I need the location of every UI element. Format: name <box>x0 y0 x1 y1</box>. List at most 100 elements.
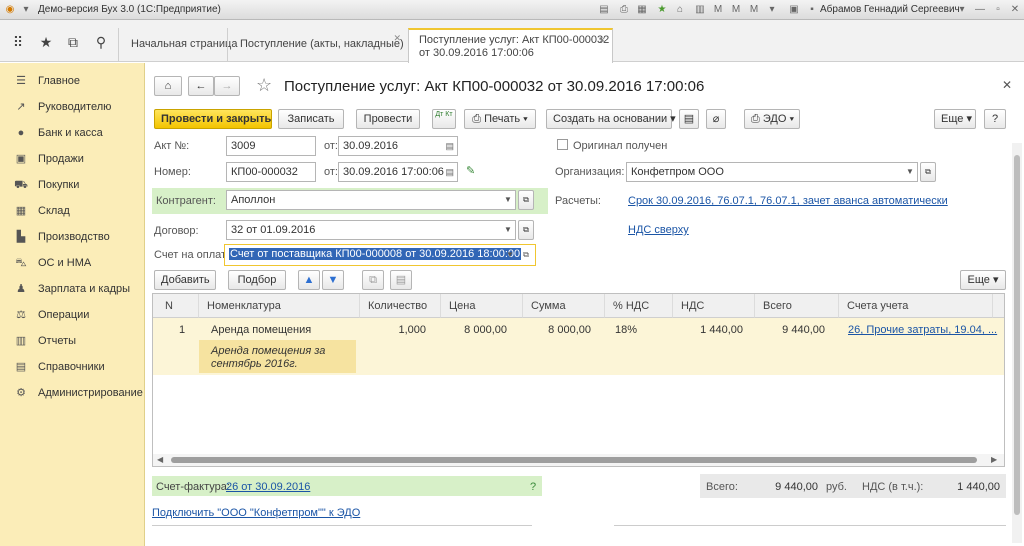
invoice-footer-link[interactable]: 26 от 30.09.2016 <box>226 481 310 493</box>
settlements-link[interactable]: Срок 30.09.2016, 76.07.1, 76.07.1, зачет… <box>628 195 948 207</box>
sidebar-item-directories[interactable]: ▤ Справочники <box>0 354 145 380</box>
form-scrollbar[interactable] <box>1012 143 1022 543</box>
column-header-total[interactable]: Всего <box>755 294 839 318</box>
bookmark-icon[interactable]: ⌂ <box>674 4 686 16</box>
print-button[interactable]: ⎙ Печать ▾ <box>464 109 536 129</box>
row-qty[interactable]: 1,000 <box>360 324 426 336</box>
tab-current-document[interactable]: Поступление услуг: Акт КП00-000032 от 30… <box>408 28 613 63</box>
row-price[interactable]: 8 000,00 <box>441 324 507 336</box>
scroll-left-icon[interactable]: ◀ <box>157 454 163 466</box>
open-contract-button[interactable]: ⧉ <box>518 220 534 240</box>
act-date-input[interactable]: 30.09.2016 ▤ <box>338 136 458 156</box>
calendar-icon[interactable]: ▤ <box>445 163 454 181</box>
column-header-price[interactable]: Цена <box>441 294 523 318</box>
open-organization-button[interactable]: ⧉ <box>920 162 936 182</box>
help-button[interactable]: ? <box>984 109 1006 129</box>
table-horizontal-scrollbar[interactable]: ◀ ▶ <box>153 454 1004 466</box>
column-header-vat[interactable]: НДС <box>673 294 755 318</box>
create-based-on-button[interactable]: Создать на основании ▾ <box>546 109 676 129</box>
sidebar-item-manager[interactable]: ↗ Руководителю <box>0 94 145 120</box>
document-report-button[interactable]: ▤ <box>679 109 699 129</box>
scroll-right-icon[interactable]: ▶ <box>991 454 997 466</box>
favorite-star-icon[interactable]: ☆ <box>256 75 272 96</box>
contract-input[interactable]: 32 от 01.09.2016 ▼ <box>226 220 516 240</box>
column-header-vat-rate[interactable]: % НДС <box>605 294 673 318</box>
apps-grid-icon[interactable]: ⠿ <box>9 33 27 51</box>
chevron-down-icon[interactable]: ▼ <box>501 191 515 209</box>
row-vat[interactable]: 1 440,00 <box>673 324 743 336</box>
table-scrollbar-thumb[interactable] <box>171 457 977 463</box>
minimize-icon[interactable]: — <box>974 4 986 16</box>
chevron-down-icon[interactable]: ▼ <box>903 163 917 181</box>
home-button[interactable]: ⌂ <box>154 76 182 96</box>
row-total[interactable]: 9 440,00 <box>755 324 825 336</box>
column-header-n[interactable]: N <box>153 294 199 318</box>
column-header-item[interactable]: Номенклатура <box>199 294 360 318</box>
sidebar-item-assets[interactable]: ⛍ ОС и НМА <box>0 250 145 276</box>
chevron-down-icon[interactable]: ▼ <box>501 221 515 239</box>
edo-button[interactable]: ⎙ ЭДО ▾ <box>744 109 800 129</box>
back-button[interactable]: ← <box>188 76 214 96</box>
panel-icon[interactable]: ▣ <box>788 4 800 16</box>
row-item[interactable]: Аренда помещения <box>211 324 311 336</box>
tab-home[interactable]: Начальная страница <box>118 28 237 62</box>
number-input[interactable]: КП00-000032 <box>226 162 316 182</box>
mem-icon[interactable]: M <box>712 4 724 16</box>
column-header-qty[interactable]: Количество <box>360 294 441 318</box>
row-vat-rate[interactable]: 18% <box>615 324 637 336</box>
close-tab-icon[interactable]: ✕ <box>393 32 401 45</box>
sidebar-item-bank[interactable]: ● Банк и касса <box>0 120 145 146</box>
open-contractor-button[interactable]: ⧉ <box>518 190 534 210</box>
form-scrollbar-thumb[interactable] <box>1014 155 1020 515</box>
act-number-input[interactable]: 3009 <box>226 136 316 156</box>
save-button[interactable]: Записать <box>278 109 344 129</box>
paste-row-button[interactable]: ▤ <box>390 270 412 290</box>
print-icon[interactable]: ⎙ <box>618 4 630 16</box>
sidebar-item-salary[interactable]: ♟ Зарплата и кадры <box>0 276 145 302</box>
invoice-help-icon[interactable]: ? <box>530 481 536 493</box>
number-date-input[interactable]: 30.09.2016 17:00:06 ▤ <box>338 162 458 182</box>
forward-button[interactable]: → <box>214 76 240 96</box>
star-icon[interactable]: ★ <box>37 33 55 51</box>
connect-edo-link[interactable]: Подключить "ООО "Конфетпром"" к ЭДО <box>152 507 360 519</box>
user-menu-icon[interactable]: ▾ <box>956 4 968 16</box>
column-header-accounts[interactable]: Счета учета <box>839 294 993 318</box>
sidebar-item-sales[interactable]: ▣ Продажи <box>0 146 145 172</box>
responsible-field[interactable] <box>614 525 1006 546</box>
original-received-checkbox[interactable] <box>557 139 568 150</box>
history-icon[interactable]: ⧉ <box>64 33 82 51</box>
sidebar-item-reports[interactable]: ▥ Отчеты <box>0 328 145 354</box>
history-icon[interactable]: ▤ <box>598 4 610 16</box>
column-header-sum[interactable]: Сумма <box>523 294 605 318</box>
row-content-line1[interactable]: Аренда помещения за <box>211 345 325 357</box>
attachment-button[interactable]: ⌀ <box>706 109 726 129</box>
post-and-close-button[interactable]: Провести и закрыть <box>154 109 272 129</box>
contractor-input[interactable]: Аполлон ▼ <box>226 190 516 210</box>
row-accounts-link[interactable]: 26, Прочие затраты, 19.04, ... <box>848 324 997 336</box>
select-button[interactable]: Подбор <box>228 270 286 290</box>
user-name[interactable]: Абрамов Геннадий Сергеевич <box>820 4 960 15</box>
organization-input[interactable]: Конфетпром ООО ▼ <box>626 162 918 182</box>
move-up-button[interactable]: ▲ <box>298 270 320 290</box>
sidebar-item-admin[interactable]: ⚙ Администрирование <box>0 380 145 406</box>
mem-plus-icon[interactable]: M <box>730 4 742 16</box>
copy-row-button[interactable]: ⧉ <box>362 270 384 290</box>
sidebar-item-production[interactable]: ▙ Производство <box>0 224 145 250</box>
sidebar-item-operations[interactable]: ⚖ Операции <box>0 302 145 328</box>
close-form-icon[interactable]: ✕ <box>1002 78 1012 92</box>
chevron-down-icon[interactable]: ▼ <box>503 246 517 264</box>
calendar-icon[interactable]: ▥ <box>694 4 706 16</box>
sidebar-item-purchases[interactable]: ⛟ Покупки <box>0 172 145 198</box>
table-more-button[interactable]: Еще ▾ <box>960 270 1006 290</box>
favorites-icon[interactable]: ★ <box>656 4 668 16</box>
vat-on-top-link[interactable]: НДС сверху <box>628 224 689 236</box>
more-button[interactable]: Еще ▾ <box>934 109 976 129</box>
tab-receipts-list[interactable]: Поступление (акты, накладные) ✕ <box>227 28 407 62</box>
calendar-icon[interactable]: ▤ <box>445 137 454 155</box>
open-link-icon[interactable]: ⧉ <box>519 246 533 264</box>
comment-field[interactable] <box>152 525 532 546</box>
zoom-icon[interactable]: ▾ <box>766 4 778 16</box>
mem-minus-icon[interactable]: M <box>748 4 760 16</box>
post-button[interactable]: Провести <box>356 109 420 129</box>
move-down-button[interactable]: ▼ <box>322 270 344 290</box>
